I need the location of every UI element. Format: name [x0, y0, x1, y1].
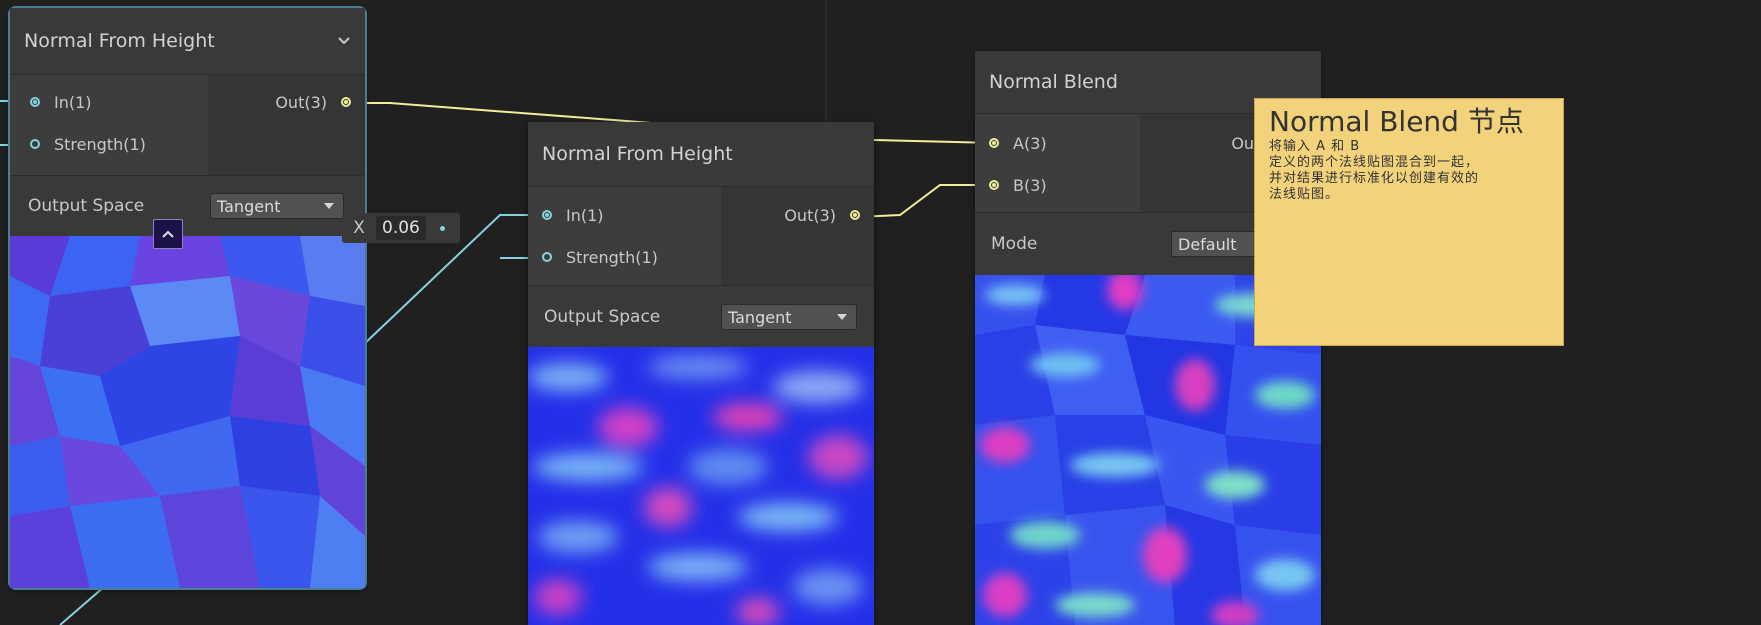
port-area: In(1) Strength(1) Out(3): [10, 75, 365, 175]
port-label: Strength(1): [566, 247, 658, 267]
input-ports: A(3) B(3): [975, 114, 1140, 212]
port-connector[interactable]: [989, 138, 999, 148]
dropdown-caret-icon: [324, 203, 334, 209]
port-label: A(3): [1013, 133, 1047, 153]
port-connector[interactable]: [30, 97, 40, 107]
node-title: Normal From Height: [24, 30, 215, 52]
strength-value-input[interactable]: X 0.06: [342, 213, 460, 243]
dropdown-value: Tangent: [728, 307, 792, 327]
input-ports: In(1) Strength(1): [10, 75, 208, 175]
port-a[interactable]: A(3): [989, 131, 1047, 155]
dropdown-value: Tangent: [217, 196, 281, 216]
strength-value-field[interactable]: 0.06: [376, 216, 426, 240]
port-label: Out(3): [784, 205, 836, 225]
port-label: Strength(1): [54, 134, 146, 154]
axis-label: X: [353, 218, 365, 238]
port-out[interactable]: Out(3): [784, 203, 860, 227]
setting-label: Output Space: [28, 196, 145, 216]
port-connector[interactable]: [989, 180, 999, 190]
sticky-note-title[interactable]: Normal Blend 节点: [1269, 105, 1549, 139]
port-connector[interactable]: [30, 139, 40, 149]
node-header[interactable]: Normal From Height: [528, 122, 874, 187]
normal-from-height-node-1[interactable]: Normal From Height In(1) Strength(1) Out…: [8, 6, 367, 590]
port-strength[interactable]: Strength(1): [30, 132, 146, 156]
output-space-dropdown[interactable]: Tangent: [721, 304, 857, 330]
output-space-setting: Output Space Tangent: [10, 175, 365, 236]
sticky-note-body[interactable]: 将输入 A 和 B 定义的两个法线贴图混合到一起， 并对结果进行标准化以创建有效…: [1269, 139, 1549, 203]
port-label: In(1): [54, 92, 92, 112]
output-space-dropdown[interactable]: Tangent: [210, 193, 344, 219]
port-area: In(1) Strength(1) Out(3): [528, 187, 874, 285]
chevron-down-icon[interactable]: [337, 33, 351, 49]
node-header[interactable]: Normal From Height: [10, 8, 365, 75]
dropdown-value: Default: [1178, 234, 1237, 254]
port-in[interactable]: In(1): [30, 90, 92, 114]
port-connector[interactable]: [542, 210, 552, 220]
node-title: Normal From Height: [542, 143, 733, 165]
dropdown-caret-icon: [837, 314, 847, 320]
collapse-preview-icon: [162, 230, 174, 238]
port-connector[interactable]: [850, 210, 860, 220]
port-out[interactable]: Out(3): [275, 90, 351, 114]
node-title: Normal Blend: [989, 71, 1118, 93]
setting-label: Mode: [991, 234, 1038, 254]
port-label: In(1): [566, 205, 604, 225]
normal-from-height-node-2[interactable]: Normal From Height In(1) Strength(1) Out…: [528, 122, 874, 625]
setting-label: Output Space: [544, 306, 661, 327]
output-ports: Out(3): [721, 187, 874, 285]
port-in[interactable]: In(1): [542, 203, 604, 227]
port-strength[interactable]: Strength(1): [542, 245, 658, 269]
port-label: B(3): [1013, 175, 1047, 195]
port-connector[interactable]: [542, 252, 552, 262]
port-b[interactable]: B(3): [989, 173, 1047, 197]
output-ports: Out(3): [208, 75, 365, 175]
output-space-setting: Output Space Tangent: [528, 285, 874, 347]
port-label: Out(3): [275, 92, 327, 112]
input-ports: In(1) Strength(1): [528, 187, 721, 285]
connector-dot: [440, 225, 445, 231]
sticky-note[interactable]: Normal Blend 节点 将输入 A 和 B 定义的两个法线贴图混合到一起…: [1254, 98, 1564, 346]
node-preview: [528, 347, 874, 625]
node-preview: [10, 236, 365, 588]
collapse-preview-button[interactable]: [153, 219, 183, 249]
port-connector[interactable]: [341, 97, 351, 107]
